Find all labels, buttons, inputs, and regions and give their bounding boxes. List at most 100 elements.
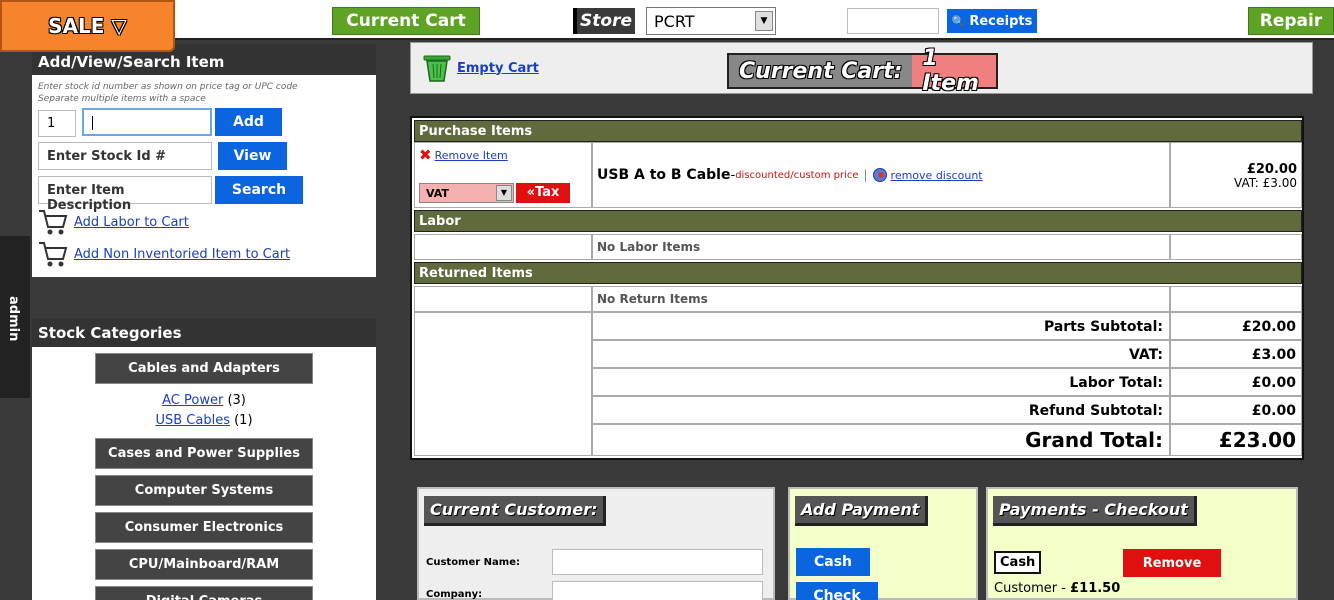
subcategory-link[interactable]: AC Power	[162, 393, 223, 408]
current-cart-tab[interactable]: Current Cart	[332, 7, 480, 35]
payments-checkout-title: Payments - Checkout	[993, 496, 1197, 526]
search-button[interactable]: Search	[215, 176, 303, 204]
stock-id-input[interactable]	[82, 108, 212, 136]
customer-payment-line: Customer - £11.50	[994, 581, 1120, 596]
remove-item-link[interactable]: Remove Item	[435, 149, 508, 162]
subcategory-item: AC Power (3)	[32, 393, 376, 408]
chevron-down-icon: ▼	[755, 11, 773, 31]
parts-subtotal-label: Parts Subtotal:	[1043, 319, 1163, 335]
labor-empty-cell	[414, 234, 592, 260]
remove-payment-button[interactable]: Remove	[1123, 549, 1221, 577]
refund-subtotal-label: Refund Subtotal:	[1028, 403, 1163, 419]
receipts-label: Receipts	[969, 13, 1033, 29]
sale-menu-button[interactable]: SALE ▽	[0, 0, 175, 52]
receipts-search-button[interactable]: 🔍 Receipts	[947, 9, 1037, 33]
item-line: USB A to B Cable - discounted/custom pri…	[597, 167, 983, 183]
payments-checkout-panel: Payments - Checkout Cash Remove Customer…	[986, 487, 1298, 600]
store-select[interactable]: PCRT ▼	[646, 7, 776, 35]
stock-categories-panel: Cables and Adapters AC Power (3) USB Cab…	[32, 347, 376, 600]
stock-categories-heading: Stock Categories	[32, 318, 376, 347]
check-payment-button[interactable]: Check	[796, 582, 878, 600]
tax-select[interactable]: VAT ▼	[419, 183, 514, 203]
customer-name-label: Customer Name:	[426, 557, 520, 568]
add-labor-link[interactable]: Add Labor to Cart	[74, 215, 189, 230]
current-customer-panel: Current Customer: Customer Name: Company…	[417, 487, 775, 600]
category-button[interactable]: Consumer Electronics	[95, 512, 313, 543]
category-button[interactable]: Digital Cameras	[95, 586, 313, 600]
subcategory-item: USB Cables (1)	[32, 413, 376, 428]
return-empty-cell	[414, 286, 592, 312]
item-description-field[interactable]: Enter Item Description	[38, 176, 212, 213]
tax-button[interactable]: «Tax	[516, 183, 570, 203]
grand-total-label: Grand Total:	[1025, 428, 1163, 452]
shopping-cart-icon	[39, 242, 68, 267]
category-button[interactable]: CPU/Mainboard/RAM	[95, 549, 313, 580]
store-label: Store	[573, 8, 635, 34]
add-non-inventoried-link[interactable]: Add Non Inventoried Item to Cart	[74, 247, 290, 262]
add-item-panel: Enter stock id number as shown on price …	[32, 75, 376, 277]
receipt-search-input[interactable]	[847, 8, 939, 34]
add-button[interactable]: Add	[215, 108, 282, 136]
add-panel-title: Add/View/Search Item	[38, 52, 225, 71]
shopping-cart-icon	[39, 210, 68, 235]
cart-table: Purchase Items ✖ Remove Item VAT ▼ «Tax …	[410, 116, 1304, 460]
current-customer-title: Current Customer:	[424, 496, 607, 526]
discount-note: discounted/custom price	[735, 169, 859, 181]
quantity-input[interactable]: 1	[38, 110, 76, 137]
customer-payment-label: Customer -	[994, 581, 1071, 596]
parts-subtotal-value: £20.00	[1241, 319, 1296, 335]
admin-label: admin	[6, 296, 21, 342]
category-button[interactable]: Computer Systems	[95, 475, 313, 506]
item-description-cell: USB A to B Cable - discounted/custom pri…	[592, 142, 1170, 208]
remove-discount-link[interactable]: remove discount	[891, 169, 983, 182]
cart-badge-label: Current Cart:	[739, 58, 903, 84]
admin-side-tab[interactable]: admin	[0, 236, 30, 398]
cart-item-count: 1 Item	[912, 46, 996, 96]
trash-can-icon	[423, 55, 451, 82]
subcategory-count: (1)	[234, 413, 253, 428]
purchase-items-header: Purchase Items	[414, 120, 1302, 142]
no-return-items: No Return Items	[592, 286, 1170, 312]
discount-globe-icon	[872, 168, 887, 182]
item-vat: VAT: £3.00	[1234, 176, 1297, 190]
grand-total-value: £23.00	[1218, 428, 1296, 452]
totals-spacer-cell	[414, 312, 592, 456]
company-input[interactable]	[552, 581, 763, 600]
remove-item-control[interactable]: ✖ Remove Item	[419, 146, 508, 164]
customer-name-input[interactable]	[552, 549, 763, 575]
no-labor-items: No Labor Items	[592, 234, 1170, 260]
item-actions-cell: ✖ Remove Item VAT ▼ «Tax	[414, 142, 592, 208]
returned-items-header: Returned Items	[414, 262, 1302, 284]
company-label: Company:	[426, 589, 483, 600]
return-price-cell	[1170, 286, 1302, 312]
labor-total-value: £0.00	[1251, 375, 1296, 391]
labor-header: Labor	[414, 210, 1302, 232]
view-button[interactable]: View	[218, 142, 287, 170]
labor-price-cell	[1170, 234, 1302, 260]
empty-cart-link[interactable]: Empty Cart	[457, 61, 539, 76]
vat-label: VAT:	[1128, 347, 1163, 363]
subcategory-link[interactable]: USB Cables	[155, 413, 230, 428]
category-button[interactable]: Cases and Power Supplies	[95, 438, 313, 469]
category-button[interactable]: Cables and Adapters	[95, 353, 313, 384]
empty-cart-control[interactable]: Empty Cart	[421, 53, 539, 83]
cart-header: Empty Cart Current Cart: 1 Item	[410, 42, 1313, 96]
subcategory-count: (3)	[227, 393, 246, 408]
stock-id-field[interactable]: Enter Stock Id #	[38, 142, 212, 170]
vat-value: £3.00	[1251, 347, 1296, 363]
red-x-icon: ✖	[419, 146, 432, 164]
tax-select-value: VAT	[426, 187, 449, 200]
separator: |	[863, 168, 868, 182]
customer-payment-amount: £11.50	[1070, 581, 1121, 596]
hint-line-2: Separate multiple items with a space	[38, 94, 206, 104]
refund-subtotal-value: £0.00	[1251, 403, 1296, 419]
cash-payment-button[interactable]: Cash	[796, 548, 870, 576]
add-payment-panel: Add Payment Cash Check	[788, 487, 978, 600]
store-select-value: PCRT	[654, 11, 695, 31]
magnifier-icon: 🔍	[951, 14, 966, 28]
repair-tab[interactable]: Repair	[1248, 7, 1334, 35]
add-payment-title: Add Payment	[795, 496, 929, 526]
chevron-down-icon: ▼	[496, 185, 512, 201]
labor-total-label: Labor Total:	[1069, 375, 1163, 391]
item-price-cell: £20.00 VAT: £3.00	[1170, 142, 1302, 208]
